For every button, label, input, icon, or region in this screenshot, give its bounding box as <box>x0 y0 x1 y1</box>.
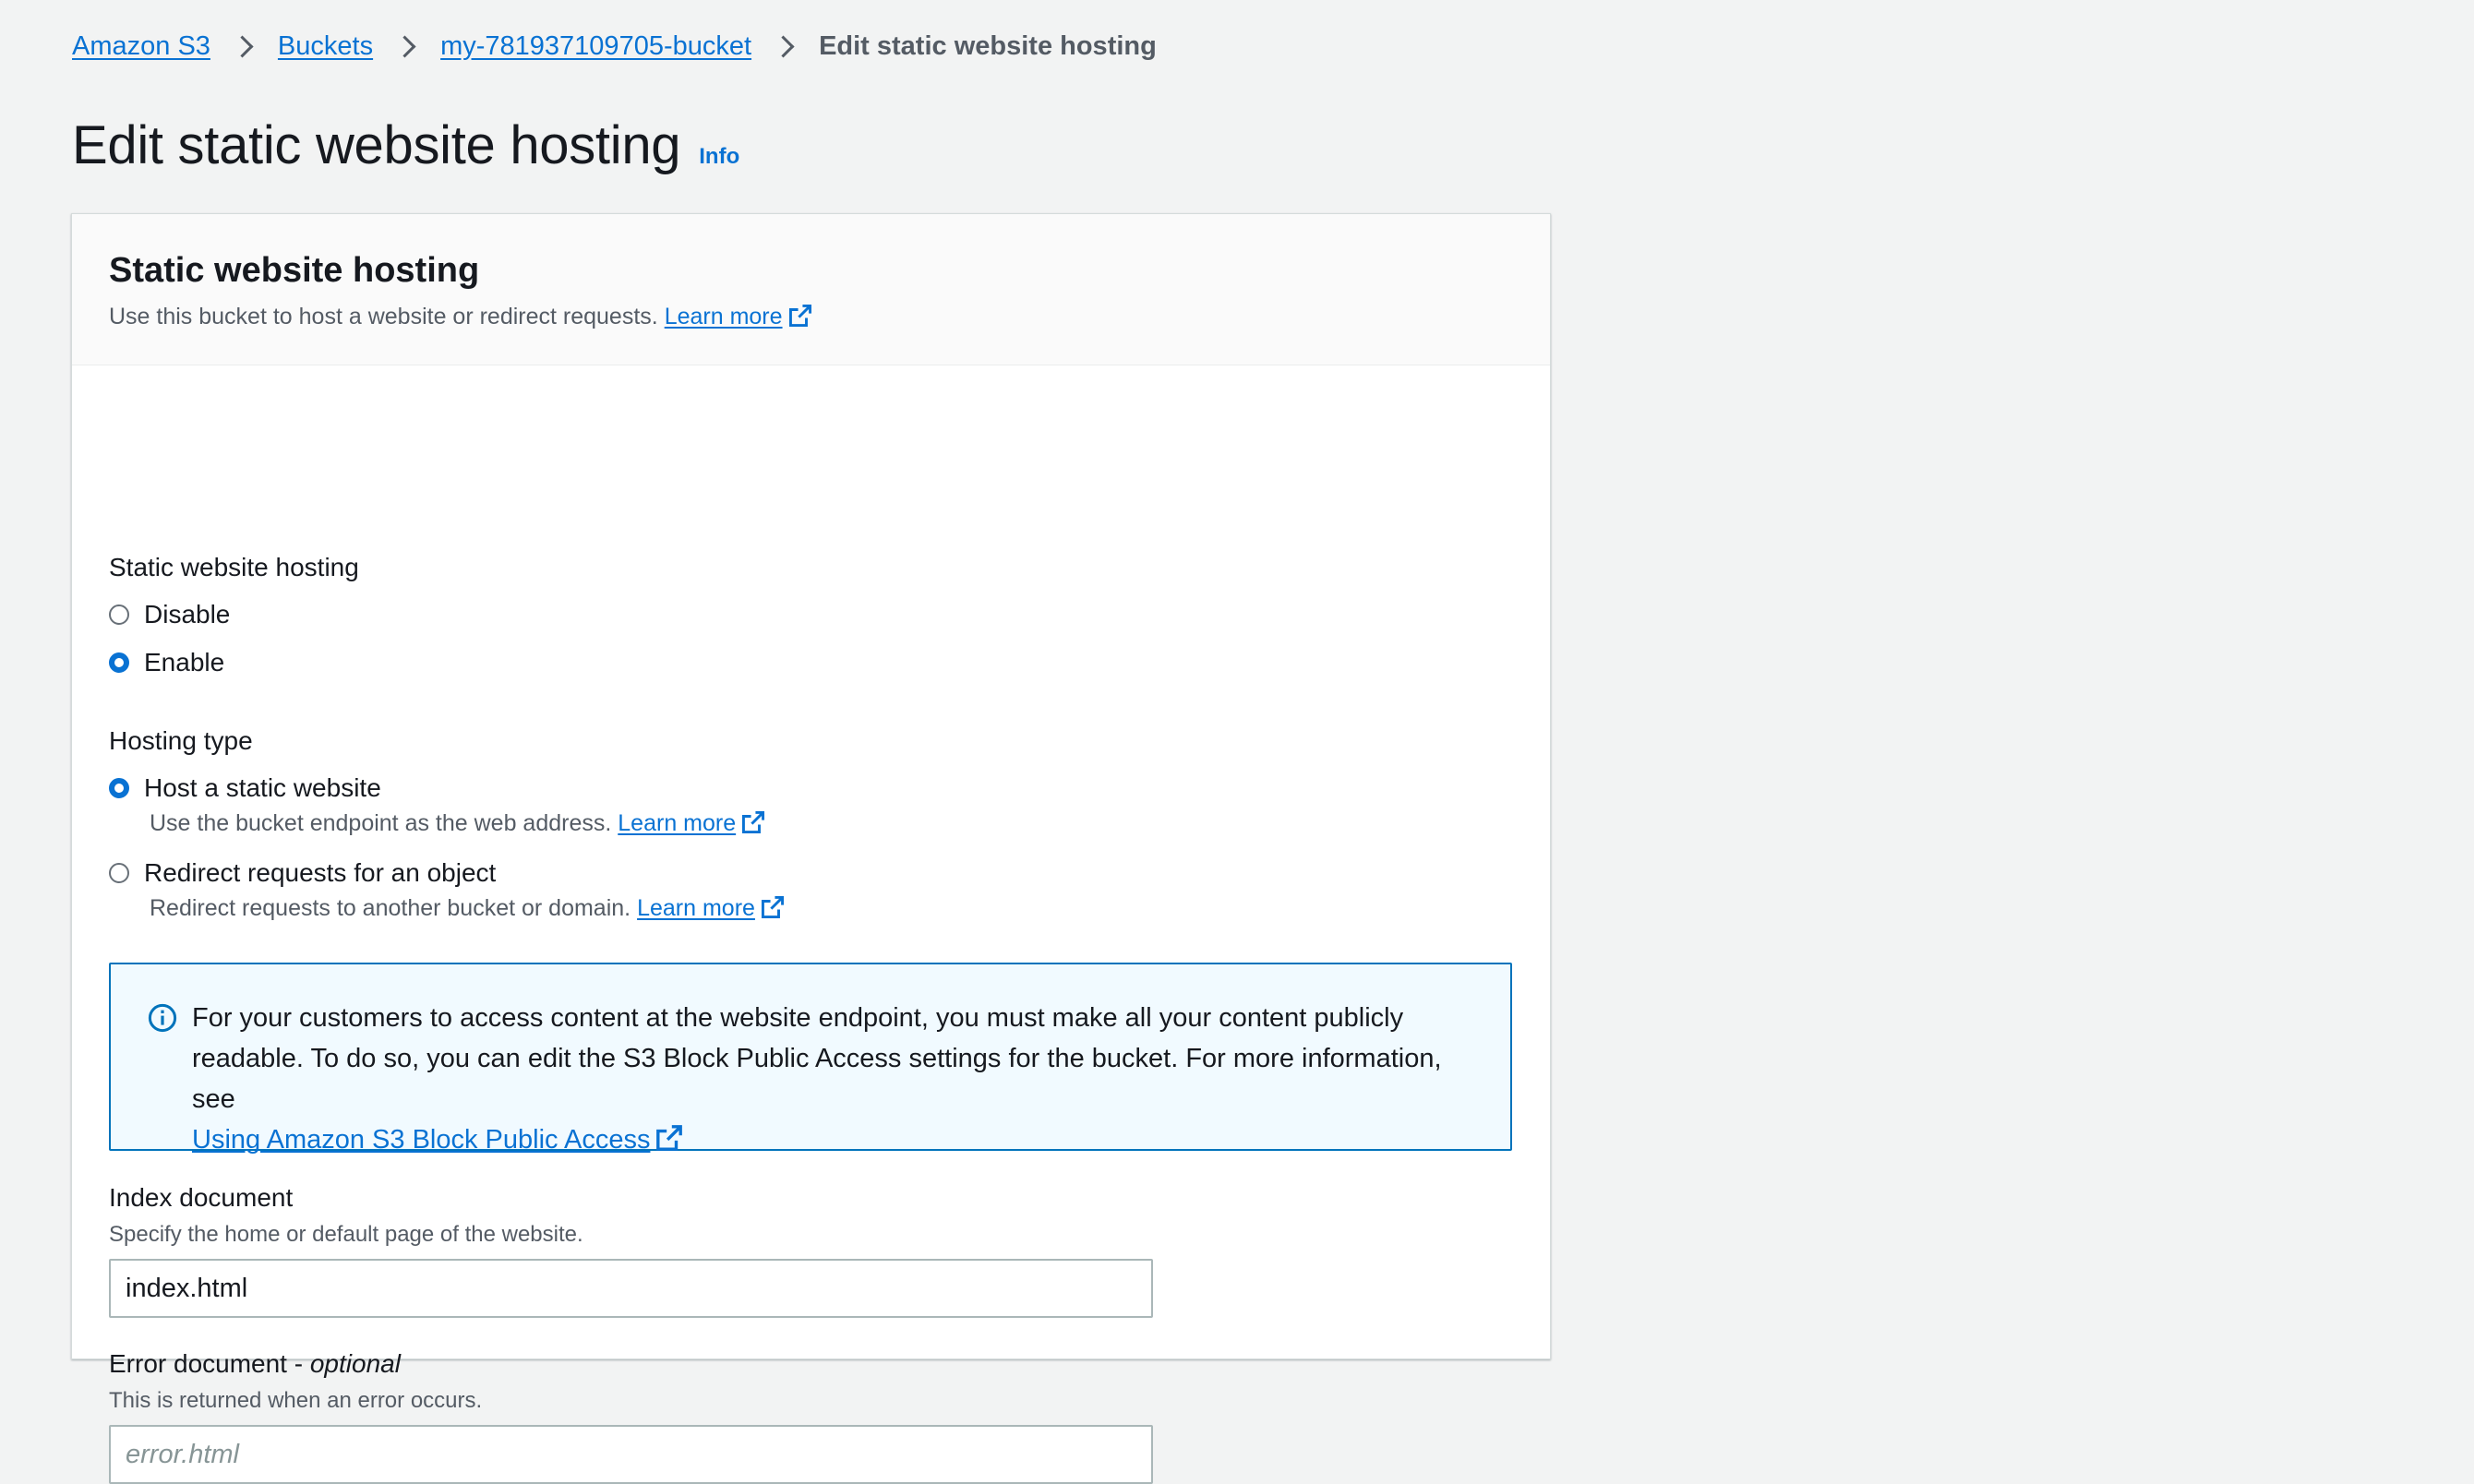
index-document-description: Specify the home or default page of the … <box>109 1222 583 1247</box>
radio-row-host[interactable]: Host a static website <box>109 773 765 803</box>
error-document-input[interactable] <box>109 1425 1153 1484</box>
panel-header: Static website hosting Use this bucket t… <box>72 214 1550 365</box>
breadcrumb-current: Edit static website hosting <box>819 31 1157 61</box>
learn-more-host-label: Learn more <box>618 810 737 836</box>
chevron-right-icon <box>772 35 795 58</box>
radio-description-host-text: Use the bucket endpoint as the web addre… <box>150 810 612 836</box>
hosting-label: Static website hosting <box>109 553 359 581</box>
index-document-input[interactable] <box>109 1259 1153 1318</box>
panel-description: Use this bucket to host a website or red… <box>109 304 1550 330</box>
radio-label-enable: Enable <box>144 648 225 676</box>
hosting-type-label: Hosting type <box>109 726 253 755</box>
external-link-icon <box>788 304 811 328</box>
index-document-label: Index document <box>109 1183 294 1212</box>
info-icon <box>148 1003 177 1033</box>
block-public-access-link[interactable]: Using Amazon S3 Block Public Access <box>192 1125 683 1155</box>
radio-enable[interactable]: Enable <box>109 648 224 677</box>
learn-more-redirect-label: Learn more <box>637 895 755 921</box>
error-document-label-text: Error document - <box>109 1349 310 1378</box>
page-title: Edit static website hosting <box>72 115 681 175</box>
info-link[interactable]: Info <box>699 144 739 170</box>
radio-label-redirect: Redirect requests for an object <box>144 858 497 887</box>
alert-text: For your customers to access content at … <box>192 1003 1442 1114</box>
radio-button-disable[interactable] <box>109 604 129 625</box>
radio-description-redirect: Redirect requests to another bucket or d… <box>150 895 785 922</box>
learn-more-redirect-link[interactable]: Learn more <box>637 895 785 921</box>
breadcrumb-buckets[interactable]: Buckets <box>278 31 373 62</box>
external-link-icon <box>761 895 784 919</box>
radio-redirect-requests[interactable]: Redirect requests for an object Redirect… <box>109 858 785 922</box>
breadcrumb-amazon-s3[interactable]: Amazon S3 <box>72 31 210 62</box>
radio-label-disable: Disable <box>144 600 231 628</box>
radio-button-host[interactable] <box>109 778 129 798</box>
learn-more-host-link[interactable]: Learn more <box>618 810 765 836</box>
error-document-optional: optional <box>309 1349 401 1378</box>
breadcrumb: Amazon S3 Buckets my-781937109705-bucket… <box>72 31 1157 62</box>
external-link-icon <box>656 1125 683 1151</box>
page-header: Edit static website hosting Info <box>72 114 739 176</box>
chevron-right-icon <box>393 35 416 58</box>
panel-description-text: Use this bucket to host a website or red… <box>109 304 658 329</box>
index-document-field: Index document Specify the home or defau… <box>109 1183 1153 1318</box>
radio-description-redirect-text: Redirect requests to another bucket or d… <box>150 895 631 921</box>
error-document-field: Error document - optional This is return… <box>109 1349 1153 1484</box>
static-website-hosting-panel: Static website hosting Use this bucket t… <box>71 213 1551 1484</box>
panel-title: Static website hosting <box>109 251 480 290</box>
block-public-access-label: Using Amazon S3 Block Public Access <box>192 1125 651 1155</box>
radio-button-enable[interactable] <box>109 652 129 673</box>
info-alert: For your customers to access content at … <box>109 963 1512 1155</box>
learn-more-label: Learn more <box>664 304 783 329</box>
chevron-right-icon <box>231 35 254 58</box>
error-document-description: This is returned when an error occurs. <box>109 1388 483 1413</box>
breadcrumb-bucket-name[interactable]: my-781937109705-bucket <box>440 31 751 62</box>
radio-label-host: Host a static website <box>144 773 381 802</box>
learn-more-link[interactable]: Learn more <box>665 304 812 329</box>
radio-host-static-website[interactable]: Host a static website Use the bucket end… <box>109 773 765 837</box>
radio-disable[interactable]: Disable <box>109 600 230 629</box>
error-document-label: Error document - optional <box>109 1349 1153 1379</box>
external-link-icon <box>742 810 765 834</box>
radio-row-redirect[interactable]: Redirect requests for an object <box>109 858 785 888</box>
radio-button-redirect[interactable] <box>109 863 129 883</box>
radio-description-host: Use the bucket endpoint as the web addre… <box>150 810 765 837</box>
